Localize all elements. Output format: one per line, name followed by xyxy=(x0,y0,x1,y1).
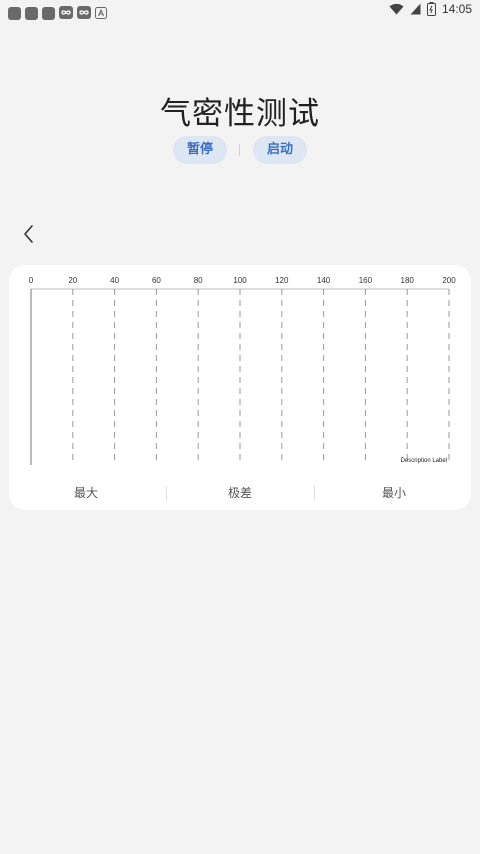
app-icon xyxy=(8,7,21,20)
stat-divider xyxy=(314,486,315,500)
x-tick-label: 80 xyxy=(194,276,203,285)
infinity-icon xyxy=(77,4,91,23)
x-tick-label: 60 xyxy=(152,276,161,285)
stat-divider xyxy=(166,486,167,500)
x-tick-label: 20 xyxy=(68,276,77,285)
wifi-icon xyxy=(389,3,404,15)
font-icon xyxy=(95,4,107,23)
x-tick-label: 160 xyxy=(359,276,373,285)
stats-row: 最大 极差 最小 xyxy=(9,485,471,505)
clock-time: 14:05 xyxy=(441,2,472,16)
app-icon xyxy=(42,7,55,20)
button-divider xyxy=(239,144,240,156)
line-chart: 0 20 40 60 80 100 120 140 160 180 200 Description L… xyxy=(29,276,456,465)
chart-description-label: Description Label xyxy=(401,458,447,464)
x-tick-label: 120 xyxy=(275,276,289,285)
pause-button[interactable]: 暂停 xyxy=(173,136,227,164)
page-title: 气密性测试 xyxy=(160,96,320,132)
back-button[interactable] xyxy=(17,222,41,246)
status-bar: 14:05 xyxy=(0,0,480,22)
app-icon xyxy=(25,7,38,20)
chart-card: 0 20 40 60 80 100 120 140 160 180 200 Description L… xyxy=(9,265,471,510)
x-tick-label: 200 xyxy=(442,276,456,285)
infinity-icon xyxy=(59,4,73,23)
x-tick-label: 0 xyxy=(29,276,34,285)
x-tick-label: 140 xyxy=(317,276,331,285)
start-button[interactable]: 启动 xyxy=(253,136,307,164)
x-tick-label: 180 xyxy=(401,276,415,285)
stat-range-label: 极差 xyxy=(227,486,252,500)
stat-min-label: 最小 xyxy=(381,486,406,500)
battery-icon xyxy=(426,2,436,16)
x-tick-label: 100 xyxy=(233,276,247,285)
signal-icon xyxy=(410,3,421,15)
status-bar-right: 14:05 xyxy=(389,2,472,16)
stat-max-label: 最大 xyxy=(73,486,98,500)
status-bar-left-icons xyxy=(8,4,107,23)
chevron-left-icon xyxy=(24,225,33,243)
x-tick-label: 40 xyxy=(110,276,119,285)
